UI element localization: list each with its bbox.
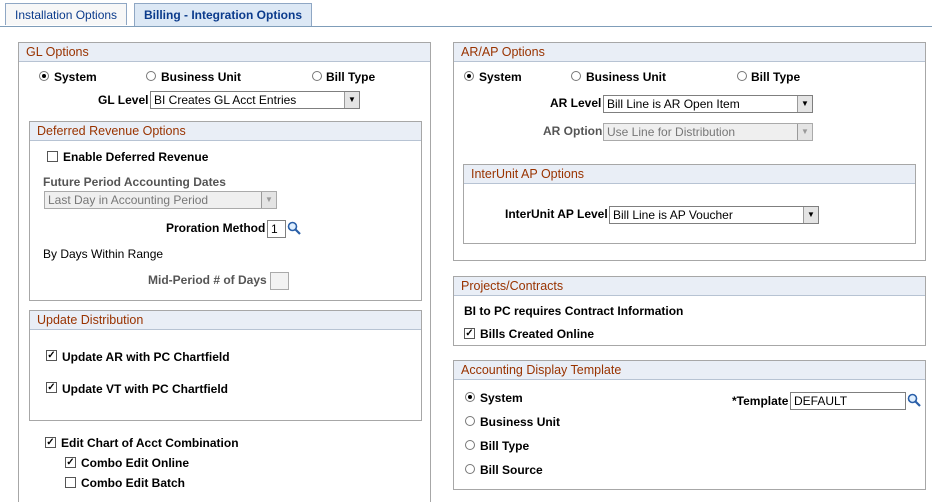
accounting-display-template-title: Accounting Display Template <box>454 361 925 380</box>
by-days-within-range-label: By Days Within Range <box>43 247 164 261</box>
arap-radio-system-label: System <box>479 70 522 84</box>
gl-level-select[interactable]: BI Creates GL Acct Entries ▼ <box>150 91 360 109</box>
adt-radio-system-label: System <box>480 391 523 405</box>
ar-option-label: AR Option <box>543 124 603 138</box>
future-period-value: Last Day in Accounting Period <box>48 193 209 207</box>
update-vt-checkbox[interactable]: ✓ <box>46 382 57 393</box>
template-label: *Template <box>732 394 789 408</box>
mid-period-days-input[interactable] <box>270 272 289 290</box>
gl-radio-system[interactable] <box>39 71 49 81</box>
search-icon[interactable] <box>287 221 301 235</box>
update-distribution-title: Update Distribution <box>30 311 421 330</box>
future-period-select[interactable]: Last Day in Accounting Period ▼ <box>44 191 277 209</box>
arap-radio-system[interactable] <box>464 71 474 81</box>
bills-created-online-label: Bills Created Online <box>480 327 595 341</box>
tab-installation-options[interactable]: Installation Options <box>5 3 128 25</box>
proration-method-value: 1 <box>271 222 278 236</box>
enable-deferred-revenue-label: Enable Deferred Revenue <box>63 150 209 164</box>
adt-radio-bill-source[interactable] <box>465 464 475 474</box>
gl-options-title: GL Options <box>19 43 430 62</box>
projects-contracts-title: Projects/Contracts <box>454 277 925 296</box>
ar-level-select[interactable]: Bill Line is AR Open Item ▼ <box>603 95 813 113</box>
chevron-down-icon: ▼ <box>797 96 812 112</box>
combo-edit-online-checkbox[interactable]: ✓ <box>65 457 76 468</box>
edit-chart-of-acct-checkbox[interactable]: ✓ <box>45 437 56 448</box>
chevron-down-icon: ▼ <box>803 207 818 223</box>
interunit-ap-level-value: Bill Line is AP Voucher <box>613 208 733 222</box>
enable-deferred-revenue-checkbox[interactable] <box>47 151 58 162</box>
ar-option-select[interactable]: Use Line for Distribution ▼ <box>603 123 813 141</box>
future-period-label: Future Period Accounting Dates <box>43 175 226 189</box>
gl-level-label: GL Level <box>98 93 149 107</box>
arap-radio-business-unit[interactable] <box>571 71 581 81</box>
arap-radio-bill-type-label: Bill Type <box>751 70 801 84</box>
proration-method-label: Proration Method <box>166 221 266 235</box>
update-distribution-panel: Update Distribution <box>29 310 422 421</box>
interunit-ap-title: InterUnit AP Options <box>464 165 915 184</box>
adt-radio-business-unit-label: Business Unit <box>480 415 561 429</box>
combo-edit-batch-label: Combo Edit Batch <box>81 476 185 490</box>
proration-method-input[interactable]: 1 <box>267 220 286 238</box>
ar-level-label: AR Level <box>550 96 602 110</box>
adt-radio-system[interactable] <box>465 392 475 402</box>
edit-chart-of-acct-label: Edit Chart of Acct Combination <box>61 436 239 450</box>
ar-level-value: Bill Line is AR Open Item <box>607 97 740 111</box>
combo-edit-online-label: Combo Edit Online <box>81 456 189 470</box>
mid-period-days-label: Mid-Period # of Days <box>148 273 267 287</box>
interunit-ap-panel: InterUnit AP Options <box>463 164 916 244</box>
arap-radio-bill-type[interactable] <box>737 71 747 81</box>
adt-radio-bill-source-label: Bill Source <box>480 463 543 477</box>
tab-bar: Installation Options Billing - Integrati… <box>0 0 932 27</box>
gl-radio-system-label: System <box>54 70 97 84</box>
adt-radio-bill-type[interactable] <box>465 440 475 450</box>
chevron-down-icon: ▼ <box>261 192 276 208</box>
gl-level-value: BI Creates GL Acct Entries <box>154 93 297 107</box>
adt-radio-business-unit[interactable] <box>465 416 475 426</box>
gl-radio-bill-type-label: Bill Type <box>326 70 376 84</box>
update-vt-label: Update VT with PC Chartfield <box>62 382 229 396</box>
deferred-revenue-title: Deferred Revenue Options <box>30 122 421 141</box>
search-icon[interactable] <box>907 393 921 407</box>
template-input[interactable]: DEFAULT <box>790 392 906 410</box>
tab-billing-integration-options[interactable]: Billing - Integration Options <box>134 3 312 27</box>
ar-option-value: Use Line for Distribution <box>607 125 736 139</box>
tab-underline <box>0 26 932 27</box>
arap-radio-business-unit-label: Business Unit <box>586 70 667 84</box>
bills-created-online-checkbox[interactable]: ✓ <box>464 328 475 339</box>
update-ar-label: Update AR with PC Chartfield <box>62 350 230 364</box>
gl-radio-bill-type[interactable] <box>312 71 322 81</box>
update-ar-checkbox[interactable]: ✓ <box>46 350 57 361</box>
adt-radio-bill-type-label: Bill Type <box>480 439 530 453</box>
gl-radio-business-unit-label: Business Unit <box>161 70 242 84</box>
chevron-down-icon: ▼ <box>344 92 359 108</box>
interunit-ap-level-select[interactable]: Bill Line is AP Voucher ▼ <box>609 206 819 224</box>
interunit-ap-level-label: InterUnit AP Level <box>505 207 608 221</box>
gl-radio-business-unit[interactable] <box>146 71 156 81</box>
combo-edit-batch-checkbox[interactable] <box>65 477 76 488</box>
projects-note: BI to PC requires Contract Information <box>464 304 684 318</box>
arap-options-title: AR/AP Options <box>454 43 925 62</box>
chevron-down-icon: ▼ <box>797 124 812 140</box>
template-value: DEFAULT <box>794 394 848 408</box>
